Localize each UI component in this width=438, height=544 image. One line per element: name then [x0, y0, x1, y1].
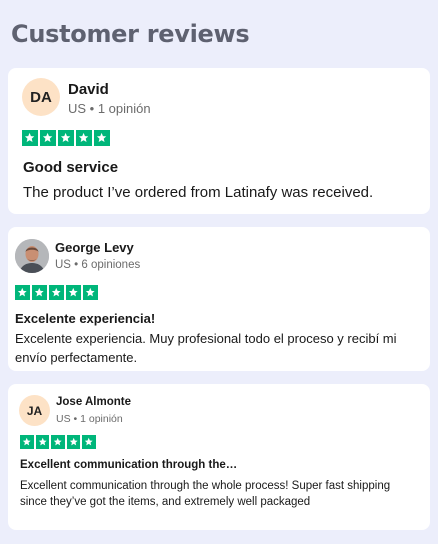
star-icon [35, 435, 49, 449]
avatar: DA [22, 78, 60, 116]
star-rating [22, 130, 112, 146]
avatar: JA [19, 395, 50, 426]
reviewer-name[interactable]: David [68, 81, 109, 98]
review-body: Excellent communication through the whol… [20, 480, 391, 509]
star-rating [20, 435, 98, 449]
review-card[interactable]: George Levy US • 6 opiniones Excelente e… [8, 227, 430, 371]
page-title: Customer reviews [11, 20, 250, 48]
review-title[interactable]: Excelente experiencia! [15, 311, 155, 326]
star-icon [49, 285, 64, 300]
star-icon [40, 130, 56, 146]
star-icon [66, 435, 80, 449]
reviewer-meta: US • 1 opinión [68, 101, 151, 116]
review-card[interactable]: JA Jose Almonte US • 1 opinión Excellent… [8, 384, 430, 530]
review-title[interactable]: Good service [23, 159, 118, 176]
review-body: The product I’ve ordered from Latinafy w… [23, 184, 374, 201]
star-rating [15, 285, 100, 300]
star-icon [94, 130, 110, 146]
review-card[interactable]: DA David US • 1 opinión Good service The… [8, 68, 430, 214]
star-icon [58, 130, 74, 146]
reviewer-meta: US • 6 opiniones [55, 259, 141, 271]
star-icon [22, 130, 38, 146]
user-photo-icon [15, 239, 49, 273]
review-title[interactable]: Excellent communication through the… [20, 459, 237, 471]
star-icon [32, 285, 47, 300]
reviewer-name[interactable]: George Levy [55, 240, 134, 255]
reviewer-meta: US • 1 opinión [56, 413, 123, 425]
star-icon [66, 285, 81, 300]
avatar [15, 239, 49, 273]
review-body: Excelente experiencia. Muy profesional t… [15, 331, 397, 365]
star-icon [51, 435, 65, 449]
star-icon [83, 285, 98, 300]
star-icon [15, 285, 30, 300]
star-icon [76, 130, 92, 146]
star-icon [20, 435, 34, 449]
star-icon [82, 435, 96, 449]
reviewer-name[interactable]: Jose Almonte [56, 396, 131, 408]
